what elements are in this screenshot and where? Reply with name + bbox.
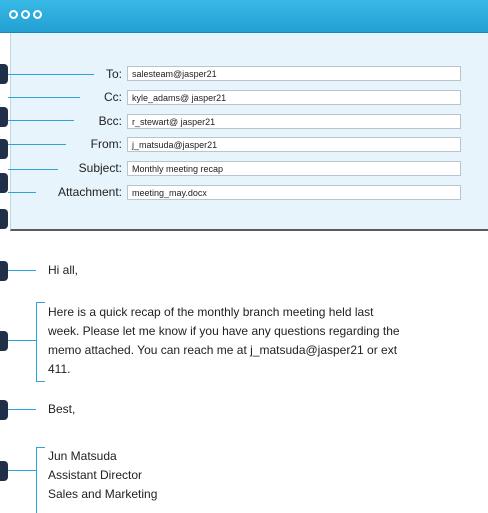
bcc-label: Bcc: xyxy=(98,114,122,128)
from-field[interactable]: j_matsuda@jasper21 xyxy=(127,137,461,152)
annotation-tab xyxy=(0,173,8,193)
to-field[interactable]: salesteam@jasper21 xyxy=(127,66,461,81)
annotation-tab xyxy=(0,400,8,420)
connector-line xyxy=(8,120,74,121)
annotation-tab xyxy=(0,261,8,281)
message-line: week. Please let me know if you have any… xyxy=(48,324,400,338)
bcc-field[interactable]: r_stewart@ jasper21 xyxy=(127,114,461,129)
window-minimize-icon[interactable] xyxy=(21,10,30,19)
annotation-tab xyxy=(0,209,8,229)
signature-block: Jun Matsuda Assistant Director Sales and… xyxy=(48,447,157,504)
connector-line xyxy=(8,470,36,471)
to-label: To: xyxy=(105,67,122,81)
window-titlebar xyxy=(0,0,488,33)
message-line: memo attached. You can reach me at j_mat… xyxy=(48,343,398,357)
message-paragraph: Here is a quick recap of the monthly bra… xyxy=(48,303,400,379)
signature-title: Assistant Director xyxy=(48,468,143,482)
paragraph-bracket xyxy=(36,302,45,382)
annotation-tab xyxy=(0,461,8,481)
cc-field[interactable]: kyle_adams@ jasper21 xyxy=(127,90,461,105)
connector-line xyxy=(8,169,58,170)
connector-line xyxy=(8,144,66,145)
window-close-icon[interactable] xyxy=(9,10,18,19)
message-line: 411. xyxy=(48,362,71,376)
subject-label: Subject: xyxy=(78,161,122,175)
window-maximize-icon[interactable] xyxy=(33,10,42,19)
signature-department: Sales and Marketing xyxy=(48,487,158,501)
attachment-field[interactable]: meeting_may.docx xyxy=(127,185,461,200)
connector-line xyxy=(8,192,36,193)
annotation-tab xyxy=(0,139,8,159)
connector-line xyxy=(8,270,36,271)
from-label: From: xyxy=(90,137,122,151)
subject-field[interactable]: Monthly meeting recap xyxy=(127,161,461,176)
signature-name: Jun Matsuda xyxy=(48,449,117,463)
connector-line xyxy=(8,97,80,98)
attachment-label: Attachment: xyxy=(57,185,122,199)
message-line: Here is a quick recap of the monthly bra… xyxy=(48,305,374,319)
connector-line xyxy=(8,74,94,75)
connector-line xyxy=(8,409,36,410)
closing-text: Best, xyxy=(48,402,76,416)
greeting-text: Hi all, xyxy=(48,263,79,277)
email-header-panel xyxy=(10,33,488,231)
annotation-tab xyxy=(0,64,8,84)
signature-bracket xyxy=(36,447,45,513)
annotation-tab xyxy=(0,331,8,351)
connector-line xyxy=(8,340,36,341)
annotation-tab xyxy=(0,107,8,127)
cc-label: Cc: xyxy=(104,90,122,104)
